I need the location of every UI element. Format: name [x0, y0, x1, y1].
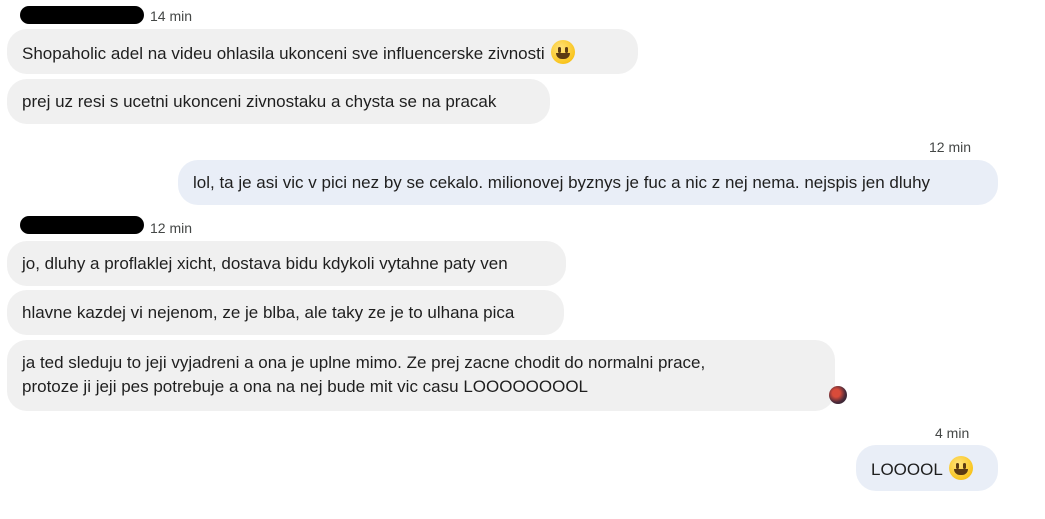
incoming-message[interactable]: prej uz resi s ucetni ukonceni zivnostak…: [7, 79, 550, 124]
message-text-line: ja ted sleduju to jeji vyjadreni a ona j…: [22, 353, 706, 372]
message-timestamp: 4 min: [935, 425, 970, 441]
incoming-message[interactable]: ja ted sleduju to jeji vyjadreni a ona j…: [7, 340, 835, 411]
message-text: prej uz resi s ucetni ukonceni zivnostak…: [22, 92, 497, 111]
grinning-face-icon: [948, 456, 973, 480]
message-text: Shopaholic adel na videu ohlasila ukonce…: [22, 44, 545, 63]
message-text: hlavne kazdej vi nejenom, ze je blba, al…: [22, 303, 515, 322]
message-text: jo, dluhy a proflaklej xicht, dostava bi…: [22, 254, 508, 273]
message-text: LOOOOL: [871, 460, 943, 479]
incoming-message[interactable]: jo, dluhy a proflaklej xicht, dostava bi…: [7, 241, 566, 286]
conversation-thread: 14 min Shopaholic adel na videu ohlasila…: [0, 0, 1045, 519]
message-timestamp: 12 min: [929, 139, 972, 155]
grinning-face-icon: [550, 40, 575, 64]
read-receipt-avatar: [829, 386, 847, 404]
message-text-line: protoze ji jeji pes potrebuje a ona na n…: [22, 377, 589, 396]
incoming-message[interactable]: hlavne kazdej vi nejenom, ze je blba, al…: [7, 290, 564, 335]
outgoing-message[interactable]: LOOOOL: [856, 445, 998, 491]
message-text: lol, ta je asi vic v pici nez by se ceka…: [193, 173, 931, 192]
redacted-sender-name: [20, 6, 144, 24]
outgoing-message[interactable]: lol, ta je asi vic v pici nez by se ceka…: [178, 160, 998, 205]
incoming-message[interactable]: Shopaholic adel na videu ohlasila ukonce…: [7, 29, 638, 74]
message-timestamp: 14 min: [150, 8, 193, 24]
message-timestamp: 12 min: [150, 220, 193, 236]
redacted-sender-name: [20, 216, 144, 234]
